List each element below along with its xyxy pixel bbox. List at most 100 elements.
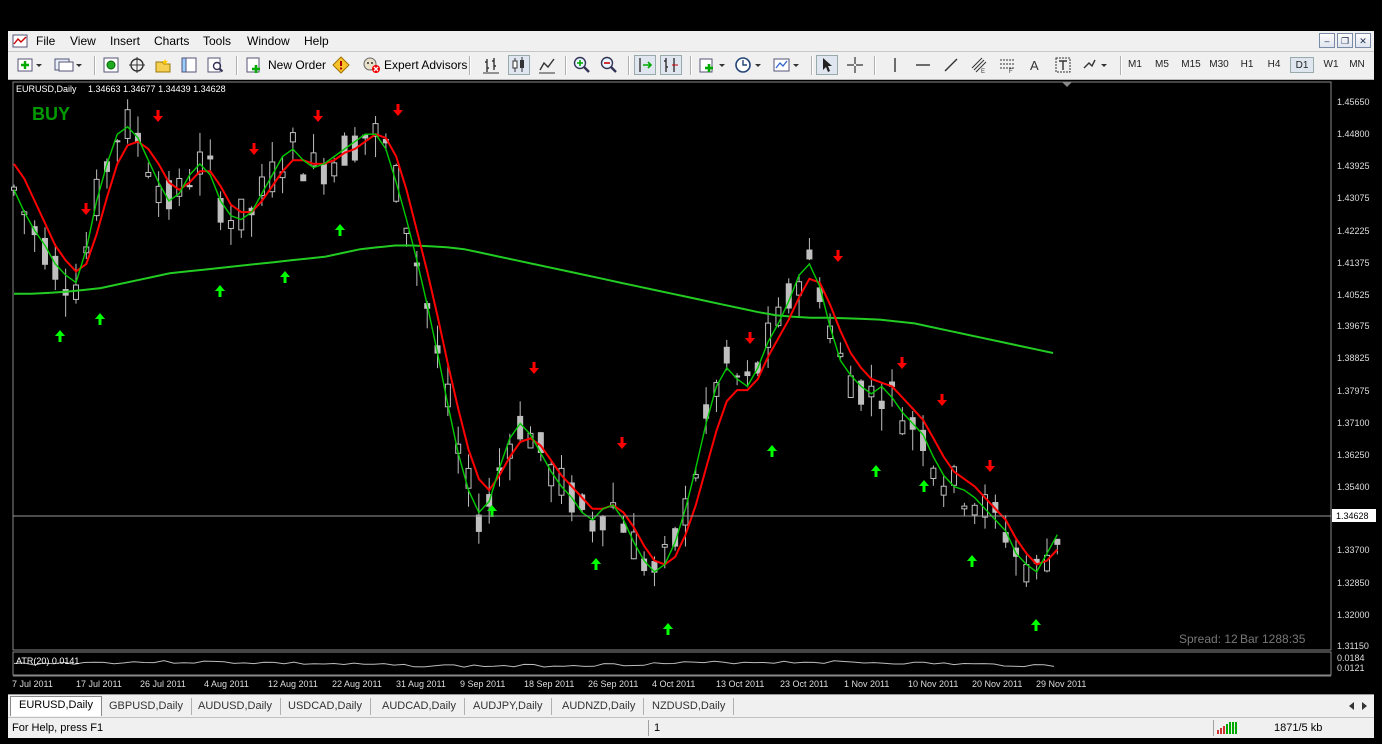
menu-view[interactable]: View xyxy=(70,34,96,48)
horizontal-line-icon[interactable] xyxy=(912,55,934,75)
candle-body xyxy=(145,171,152,177)
tab-audcad[interactable]: AUDCAD,Daily xyxy=(374,698,465,715)
date-tick: 13 Oct 2011 xyxy=(716,679,764,689)
svg-text:E: E xyxy=(981,69,985,74)
timeframe-h1[interactable]: H1 xyxy=(1235,57,1259,73)
date-tick: 20 Nov 2011 xyxy=(972,679,1022,689)
status-bar: For Help, press F1 1 1871/5 kb xyxy=(8,717,1374,738)
zoom-in-icon[interactable] xyxy=(571,55,593,75)
timeframe-h4[interactable]: H4 xyxy=(1262,57,1286,73)
tab-scroll-arrows-icon[interactable] xyxy=(1348,700,1370,712)
expert-advisors-button[interactable]: Expert Advisors xyxy=(384,58,467,72)
tab-audjpy[interactable]: AUDJPY,Daily xyxy=(465,698,552,715)
date-tick: 18 Sep 2011 xyxy=(524,679,574,689)
tab-usdcad[interactable]: USDCAD,Daily xyxy=(280,698,371,715)
minimize-icon[interactable]: – xyxy=(1319,33,1335,48)
tab-audnzd[interactable]: AUDNZD,Daily xyxy=(554,698,645,715)
candle-body xyxy=(868,385,875,398)
new-chart-icon[interactable] xyxy=(16,55,44,75)
candle-body xyxy=(899,420,906,435)
alert-diamond-icon[interactable] xyxy=(331,55,351,75)
data-window-icon[interactable] xyxy=(126,55,148,75)
sell-arrow-icon xyxy=(833,250,843,262)
atr-label: ATR(20) 0.0141 xyxy=(16,656,79,666)
restore-icon[interactable]: ❐ xyxy=(1337,33,1353,48)
candle-body xyxy=(289,132,296,143)
time-axis[interactable]: 7 Jul 2011 17 Jul 2011 26 Jul 2011 4 Aug… xyxy=(12,679,1086,689)
equidistant-channel-icon[interactable]: E xyxy=(968,55,990,75)
cursor-arrow-icon[interactable] xyxy=(816,55,838,75)
terminal-icon[interactable] xyxy=(178,55,200,75)
menu-window[interactable]: Window xyxy=(247,34,290,48)
chart-shift-marker[interactable] xyxy=(1062,82,1072,87)
indicators-icon[interactable] xyxy=(698,55,730,75)
date-tick: 7 Jul 2011 xyxy=(12,679,53,689)
svg-text:A: A xyxy=(1030,58,1039,73)
fibonacci-icon[interactable]: F xyxy=(996,55,1018,75)
timeframe-mn[interactable]: MN xyxy=(1345,57,1369,73)
navigator-icon[interactable] xyxy=(152,55,174,75)
periods-clock-icon[interactable] xyxy=(734,55,766,75)
candle-body xyxy=(599,515,606,531)
candle-body xyxy=(620,523,627,533)
timeframe-m30[interactable]: M30 xyxy=(1207,57,1231,73)
templates-icon[interactable] xyxy=(772,55,804,75)
bar-chart-icon[interactable] xyxy=(480,55,502,75)
candle-body xyxy=(971,504,978,516)
autoscroll-icon[interactable] xyxy=(634,55,656,75)
date-tick: 4 Aug 2011 xyxy=(204,679,249,689)
new-order-button[interactable]: New Order xyxy=(268,58,326,72)
timeframe-d1[interactable]: D1 xyxy=(1290,57,1314,73)
tab-nzdusd[interactable]: NZDUSD,Daily xyxy=(644,698,735,715)
vertical-line-icon[interactable] xyxy=(884,55,906,75)
strategy-tester-icon[interactable] xyxy=(204,55,226,75)
timeframe-w1[interactable]: W1 xyxy=(1319,57,1343,73)
timeframe-m15[interactable]: M15 xyxy=(1179,57,1203,73)
date-tick: 9 Sep 2011 xyxy=(460,679,505,689)
line-chart-icon[interactable] xyxy=(536,55,558,75)
candle-body xyxy=(961,505,968,510)
chart-window[interactable]: 1.34628 EURUSD,Daily 1.34663 1.34677 1.3… xyxy=(10,80,1376,693)
candlestick-chart-icon[interactable] xyxy=(508,55,530,75)
candle-body xyxy=(227,220,234,229)
buy-arrow-icon xyxy=(919,480,929,492)
buy-arrow-icon xyxy=(487,505,497,517)
tab-gbpusd[interactable]: GBPUSD,Daily xyxy=(101,698,192,715)
price-chart[interactable]: 1.34628 EURUSD,Daily 1.34663 1.34677 1.3… xyxy=(10,80,1376,693)
sell-arrow-icon xyxy=(81,203,91,215)
crosshair-icon[interactable] xyxy=(844,55,866,75)
zoom-out-icon[interactable] xyxy=(598,55,620,75)
expert-advisors-icon[interactable] xyxy=(360,55,382,75)
text-label-icon[interactable] xyxy=(1052,55,1074,75)
text-tool-icon[interactable]: A xyxy=(1024,55,1046,75)
price-tick: 1.31150 xyxy=(1337,641,1369,651)
menu-charts[interactable]: Charts xyxy=(154,34,189,48)
arrows-tool-icon[interactable] xyxy=(1080,55,1112,75)
terminal-window: File View Insert Charts Tools Window Hel… xyxy=(0,0,1382,744)
price-tick: 1.44800 xyxy=(1337,129,1370,139)
menu-help[interactable]: Help xyxy=(304,34,329,48)
timeframe-m1[interactable]: M1 xyxy=(1123,57,1147,73)
menu-tools[interactable]: Tools xyxy=(203,34,231,48)
buy-arrow-icon xyxy=(215,285,225,297)
new-order-icon[interactable] xyxy=(244,55,264,75)
candle-body xyxy=(589,520,596,532)
price-axis[interactable]: 1.45650 1.44800 1.43925 1.43075 1.42225 … xyxy=(1337,97,1370,651)
timeframe-m5[interactable]: M5 xyxy=(1150,57,1174,73)
candle-body xyxy=(238,198,245,231)
trendline-icon[interactable] xyxy=(940,55,962,75)
tab-eurusd[interactable]: EURUSD,Daily xyxy=(10,696,102,716)
menu-file[interactable]: File xyxy=(36,34,55,48)
menu-insert[interactable]: Insert xyxy=(110,34,140,48)
profiles-icon[interactable] xyxy=(52,55,84,75)
close-icon[interactable]: ✕ xyxy=(1355,33,1371,48)
market-watch-icon[interactable] xyxy=(100,55,122,75)
price-tick: 1.37100 xyxy=(1337,418,1370,428)
tab-audusd[interactable]: AUDUSD,Daily xyxy=(190,698,281,715)
atr-tick: 0.0121 xyxy=(1337,663,1365,673)
chart-shift-icon[interactable] xyxy=(660,55,682,75)
price-tick: 1.39675 xyxy=(1337,321,1370,331)
atr-tick: 0.0184 xyxy=(1337,653,1365,663)
atr-line xyxy=(13,660,1055,668)
sell-arrow-icon xyxy=(985,460,995,472)
